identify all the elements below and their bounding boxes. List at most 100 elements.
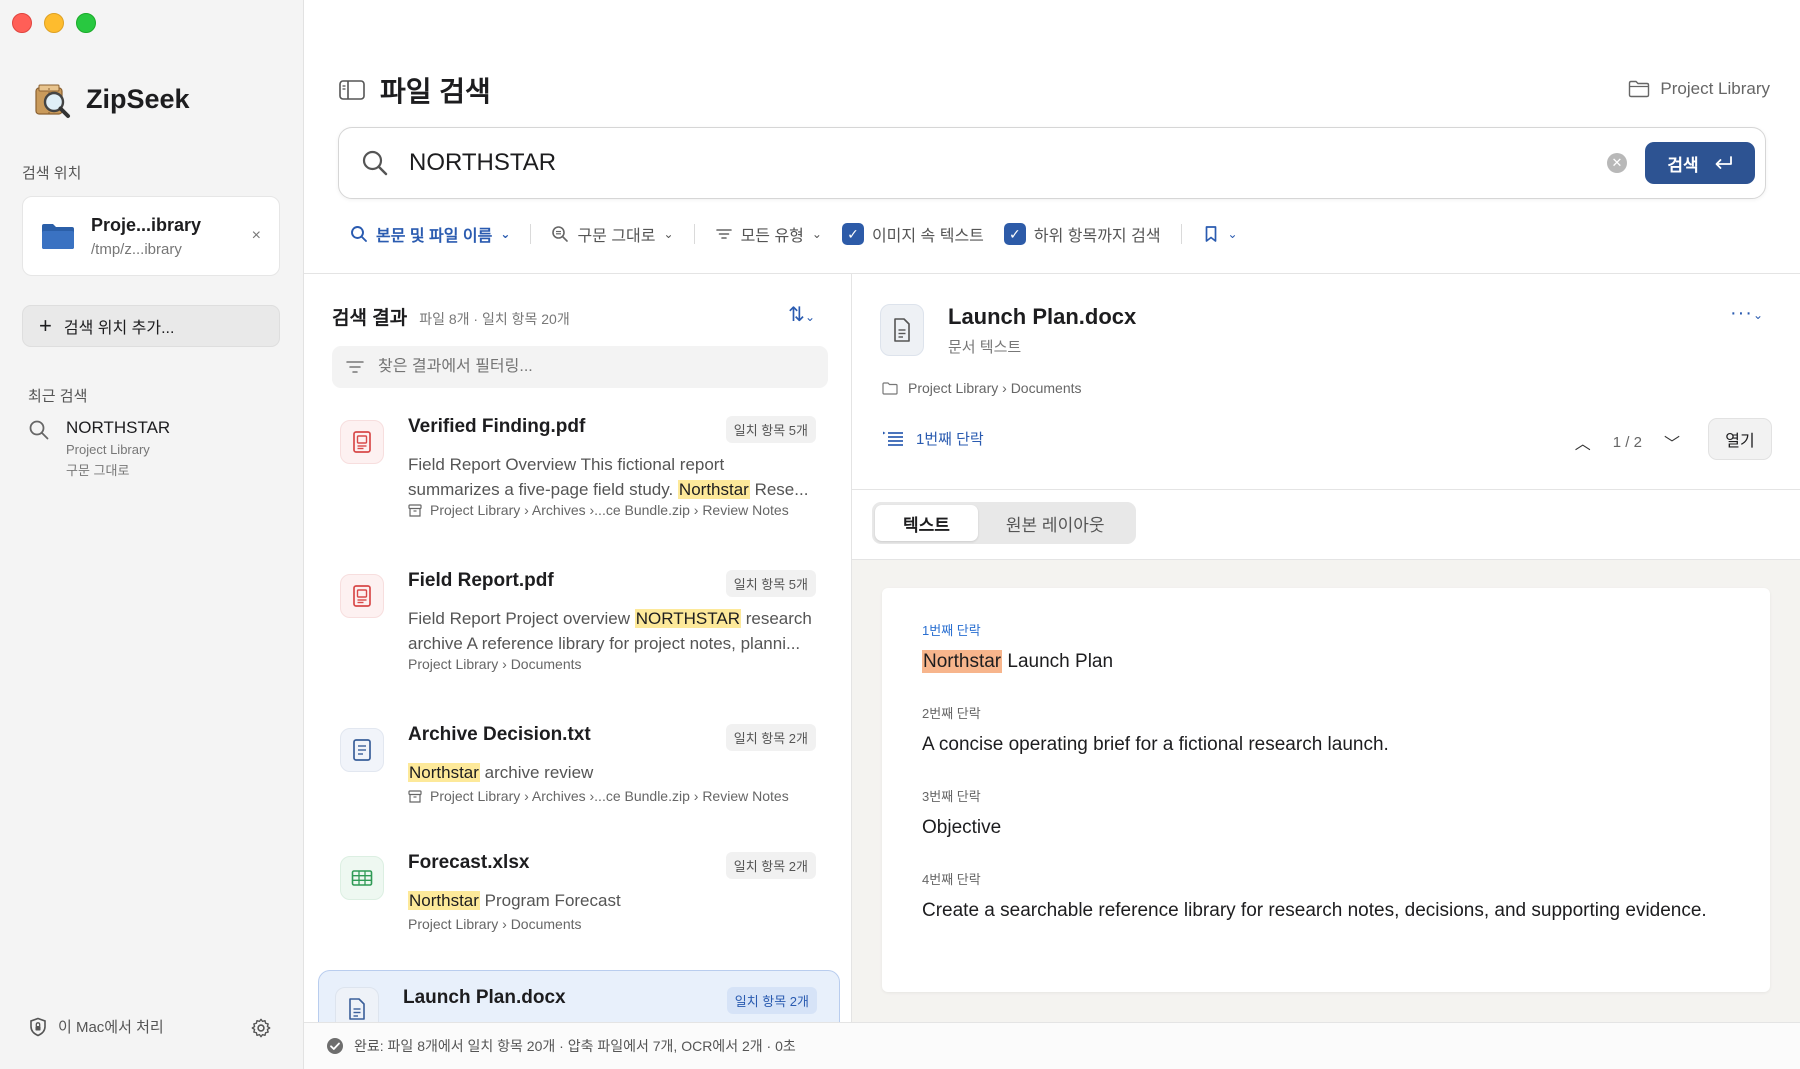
result-path-text: Project Library › Archives ›...ce Bundle…	[430, 788, 789, 804]
preview-path-text: Project Library › Documents	[908, 380, 1082, 396]
type-filter-label: 모든 유형	[740, 228, 804, 245]
library-link[interactable]: Project Library	[1628, 79, 1770, 99]
tab-text[interactable]: 텍스트	[875, 505, 978, 541]
match-filter-label: 구문 그대로	[577, 228, 656, 245]
close-window-button[interactable]	[12, 13, 32, 33]
recent-search-mode: 구문 그대로	[66, 463, 130, 478]
chevron-down-icon: ⌄	[804, 310, 815, 324]
recent-search-item[interactable]: NORTHSTAR Project Library 구문 그대로	[28, 418, 170, 479]
result-item-selected[interactable]: Launch Plan.docx 일치 항목 2개	[318, 970, 840, 1022]
search-button[interactable]: 검색	[1645, 142, 1755, 184]
plus-icon: +	[39, 313, 52, 338]
scope-filter-dropdown[interactable]: 본문 및 파일 이름 ⌄	[340, 222, 520, 246]
result-item[interactable]: Archive Decision.txt 일치 항목 2개 Northstar …	[324, 722, 838, 822]
divider	[1180, 224, 1182, 244]
filter-lines-icon	[715, 229, 732, 239]
recursive-checkbox[interactable]: ✓ 하위 항목까지 검색	[994, 222, 1171, 246]
result-item[interactable]: Verified Finding.pdf 일치 항목 5개 Field Repo…	[324, 414, 838, 536]
local-processing-indicator: 이 Mac에서 처리	[28, 1016, 164, 1037]
document-card: 1번째 단락 Northstar Launch Plan 2번째 단락 A co…	[882, 588, 1770, 992]
app-name: ZipSeek	[86, 83, 190, 114]
results-header: 검색 결과 파일 8개 · 일치 항목 20개	[332, 303, 570, 330]
recursive-checkbox-label: 하위 항목까지 검색	[1033, 228, 1161, 245]
paragraph-block: 1번째 단락 Northstar Launch Plan	[922, 620, 1730, 677]
bookmark-dropdown[interactable]: ⌄	[1192, 225, 1248, 243]
result-item[interactable]: Field Report.pdf 일치 항목 5개 Field Report P…	[324, 568, 838, 690]
preview-body: 1번째 단락 Northstar Launch Plan 2번째 단락 A co…	[852, 559, 1800, 1022]
result-item[interactable]: Forecast.xlsx 일치 항목 2개 Northstar Program…	[324, 850, 838, 950]
folder-icon	[882, 381, 898, 395]
local-processing-label: 이 Mac에서 처리	[58, 1019, 164, 1036]
ocr-checkbox-label: 이미지 속 텍스트	[871, 228, 984, 245]
match-filter-dropdown[interactable]: 구문 그대로 ⌄	[541, 222, 683, 246]
recent-search-scope: Project Library	[66, 442, 150, 457]
previous-match-chevron-up-icon[interactable]: ︿	[1575, 430, 1591, 454]
snippet-highlight: Northstar	[408, 891, 480, 910]
open-file-button[interactable]: 열기	[1708, 418, 1772, 460]
sidebar: ZipSeek 검색 위치 Proje...ibrary /tmp/z...ib…	[0, 0, 304, 1069]
result-snippet: Field Report Overview This fictional rep…	[408, 452, 818, 502]
preview-panel: Launch Plan.docx 문서 텍스트 ···⌄ Project Lib…	[852, 274, 1800, 1022]
result-file-name: Field Report.pdf	[408, 570, 554, 591]
results-filter-input[interactable]	[378, 358, 814, 376]
paragraph-text: A concise operating brief for a fictiona…	[922, 734, 1389, 755]
paragraph-selector[interactable]: 1번째 단락	[882, 428, 984, 449]
result-snippet: Northstar Program Forecast	[408, 888, 818, 913]
preview-file-type: 문서 텍스트	[948, 339, 1022, 356]
folder-icon	[1629, 80, 1650, 98]
location-card[interactable]: Proje...ibrary /tmp/z...ibrary ×	[22, 196, 280, 276]
results-panel: 검색 결과 파일 8개 · 일치 항목 20개 ⇅⌄ 찾은 결과에서 필터링..…	[304, 274, 852, 1022]
result-file-name: Verified Finding.pdf	[408, 416, 586, 437]
minimize-window-button[interactable]	[44, 13, 64, 33]
return-key-icon	[1715, 156, 1732, 169]
add-location-button[interactable]: + 검색 위치 추가...	[22, 305, 280, 347]
paragraph-text: Objective	[922, 817, 1002, 838]
type-filter-dropdown[interactable]: 모든 유형 ⌄	[705, 222, 832, 246]
spreadsheet-file-icon	[340, 856, 384, 900]
remove-location-button[interactable]: ×	[252, 227, 261, 245]
text-search-icon	[552, 226, 569, 242]
settings-gear-icon[interactable]	[250, 1017, 272, 1039]
search-bar: ✕ 검색	[338, 127, 1766, 199]
pdf-file-icon	[340, 420, 384, 464]
add-location-label: 검색 위치 추가...	[63, 320, 175, 337]
match-count-badge: 일치 항목 5개	[725, 416, 816, 443]
chevron-down-icon: ⌄	[811, 227, 822, 241]
recent-search-label: 최근 검색	[28, 388, 88, 405]
search-input[interactable]	[409, 149, 1607, 177]
match-counter: 1 / 2	[1612, 433, 1642, 451]
word-file-icon	[335, 987, 379, 1022]
result-snippet: Field Report Project overview NORTHSTAR …	[408, 606, 818, 656]
page-title: 파일 검색	[380, 76, 491, 107]
clear-search-icon[interactable]: ✕	[1607, 153, 1627, 173]
result-file-name: Forecast.xlsx	[408, 852, 530, 873]
sidebar-toggle-icon[interactable]	[339, 80, 365, 100]
location-name: Proje...ibrary	[91, 214, 202, 235]
next-match-chevron-down-icon[interactable]: ﹀	[1664, 430, 1680, 454]
text-document-icon	[353, 739, 371, 761]
preview-header: Launch Plan.docx 문서 텍스트 ···⌄ Project Lib…	[852, 274, 1800, 490]
location-texts: Proje...ibrary /tmp/z...ibrary	[91, 215, 252, 258]
checkbox-checked-icon: ✓	[841, 223, 864, 245]
ocr-checkbox[interactable]: ✓ 이미지 속 텍스트	[832, 222, 994, 246]
result-path-text: Project Library › Documents	[408, 656, 582, 672]
bookmark-icon	[1205, 226, 1216, 242]
list-icon	[883, 431, 903, 446]
divider	[693, 224, 695, 244]
preview-path: Project Library › Documents	[882, 380, 1082, 396]
more-options-icon[interactable]: ···⌄	[1730, 302, 1764, 325]
sort-button[interactable]: ⇅⌄	[788, 302, 815, 327]
chevron-down-icon: ⌄	[1227, 227, 1238, 241]
document-icon	[894, 318, 910, 342]
snippet-text: Program Forecast	[479, 891, 621, 910]
shield-icon	[30, 1017, 46, 1036]
tab-original-layout[interactable]: 원본 레이아웃	[978, 505, 1133, 541]
status-bar: 완료: 파일 8개에서 일치 항목 20개 · 압축 파일에서 7개, OCR에…	[304, 1022, 1800, 1069]
window-controls	[12, 13, 96, 33]
result-path-text: Project Library › Documents	[408, 916, 582, 932]
paragraph-block: 4번째 단락 Create a searchable reference lib…	[922, 869, 1730, 926]
zoom-window-button[interactable]	[76, 13, 96, 33]
snippet-highlight: Northstar	[408, 763, 480, 782]
library-link-label: Project Library	[1660, 79, 1770, 98]
search-location-label: 검색 위치	[22, 165, 82, 182]
